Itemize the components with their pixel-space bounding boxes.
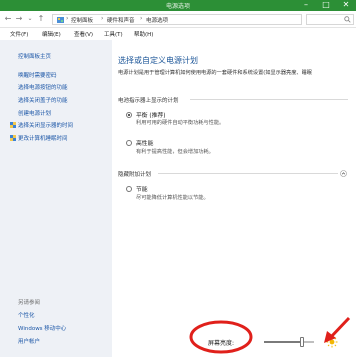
- sidebar-item-power-button[interactable]: 选择电源按钮的功能: [18, 83, 68, 91]
- see-also-user-accounts[interactable]: 用户帐户: [18, 337, 40, 345]
- crumb-hardware-sound[interactable]: 硬件和声音: [107, 16, 135, 24]
- sidebar: 控制面板主页 唤醒时需要密码 选择电源按钮的功能 选择关闭盖子的功能 创建电源计…: [0, 40, 112, 357]
- menu-bar: 文件(F) 编辑(E) 查看(V) 工具(T) 帮助(H): [0, 28, 356, 40]
- close-button[interactable]: ✕: [336, 0, 356, 11]
- menu-file[interactable]: 文件(F): [10, 30, 28, 38]
- power-options-window: 电源选项 – □ ✕ ← → ⌄ ↑ › 控制面板 › 硬件和声音 › 电源选项: [0, 0, 356, 357]
- recent-dropdown-button[interactable]: ⌄: [25, 14, 35, 24]
- forward-button[interactable]: →: [14, 14, 24, 24]
- plan-radio-high-performance[interactable]: [126, 140, 132, 146]
- menu-tools[interactable]: 工具(T): [104, 30, 123, 38]
- sidebar-home-link[interactable]: 控制面板主页: [18, 52, 51, 60]
- sidebar-item-lid-close[interactable]: 选择关闭盖子的功能: [18, 96, 68, 104]
- page-description: 电源计划是用于管理计算机如何使用电源的一套硬件和系统设置(如显示器亮度、睡眠: [118, 70, 312, 76]
- group-divider: [158, 173, 338, 174]
- crumb-separator: ›: [66, 15, 69, 22]
- page-title: 选择或自定义电源计划: [118, 56, 198, 65]
- brightness-slider-fill: [264, 341, 302, 343]
- shield-icon: [10, 135, 16, 141]
- up-button[interactable]: ↑: [36, 14, 46, 24]
- minimize-button[interactable]: –: [296, 0, 316, 11]
- group-divider: [190, 99, 348, 100]
- plan-desc-power-saver: 尽可能降低计算机性能以节能。: [136, 195, 209, 201]
- crumb-power-options[interactable]: 电源选项: [146, 16, 168, 24]
- search-input[interactable]: [306, 14, 354, 25]
- plan-radio-balanced[interactable]: [126, 112, 132, 118]
- title-bar: 电源选项 – □ ✕: [0, 0, 356, 11]
- plan-desc-high-performance: 有利于提高性能，但会增加功耗。: [136, 149, 214, 155]
- plan-name-high-performance[interactable]: 高性能: [136, 138, 153, 147]
- annotation-circle: [189, 320, 253, 354]
- sidebar-item-display-off[interactable]: 选择关闭显示器的时间: [18, 121, 73, 129]
- shield-icon: [10, 122, 16, 128]
- see-also-personalization[interactable]: 个性化: [18, 311, 35, 319]
- brightness-slider-thumb[interactable]: [299, 337, 304, 347]
- sidebar-item-create-plan[interactable]: 创建电源计划: [18, 109, 51, 117]
- address-box[interactable]: › 控制面板 › 硬件和声音 › 电源选项: [52, 14, 302, 25]
- menu-view[interactable]: 查看(V): [74, 30, 93, 38]
- sidebar-item-sleep-time[interactable]: 更改计算机睡眠时间: [18, 134, 68, 142]
- control-panel-icon: [57, 17, 64, 23]
- plan-name-power-saver[interactable]: 节能: [136, 184, 148, 193]
- plan-name-balanced[interactable]: 平衡 (推荐): [136, 110, 166, 119]
- address-bar: ← → ⌄ ↑ › 控制面板 › 硬件和声音 › 电源选项: [0, 11, 356, 28]
- group-label-battery-plans: 电池指示器上显示的计划: [118, 98, 179, 104]
- brightness-slider[interactable]: [264, 337, 314, 347]
- menu-help[interactable]: 帮助(H): [134, 30, 153, 38]
- menu-edit[interactable]: 编辑(E): [42, 30, 61, 38]
- annotation-arrow-icon: [324, 316, 351, 343]
- plan-radio-power-saver[interactable]: [126, 186, 132, 192]
- back-button[interactable]: ←: [3, 14, 13, 24]
- see-also-heading: 另请参阅: [18, 300, 41, 306]
- sidebar-item-wake-password[interactable]: 唤醒时需要密码: [18, 71, 57, 79]
- chevron-up-icon[interactable]: [340, 170, 347, 177]
- main-content: 选择或自定义电源计划 电源计划是用于管理计算机如何使用电源的一套硬件和系统设置(…: [112, 40, 356, 357]
- maximize-button[interactable]: □: [316, 0, 336, 11]
- group-label-hidden-plans[interactable]: 隐藏附加计划: [118, 170, 151, 178]
- crumb-separator: ›: [101, 15, 104, 22]
- plan-desc-balanced: 利用可用的硬件自动平衡功耗与性能。: [136, 120, 225, 126]
- crumb-separator: ›: [140, 15, 143, 22]
- crumb-control-panel[interactable]: 控制面板: [71, 16, 93, 24]
- search-icon: [344, 16, 351, 23]
- see-also-mobility-center[interactable]: Windows 移动中心: [18, 324, 66, 332]
